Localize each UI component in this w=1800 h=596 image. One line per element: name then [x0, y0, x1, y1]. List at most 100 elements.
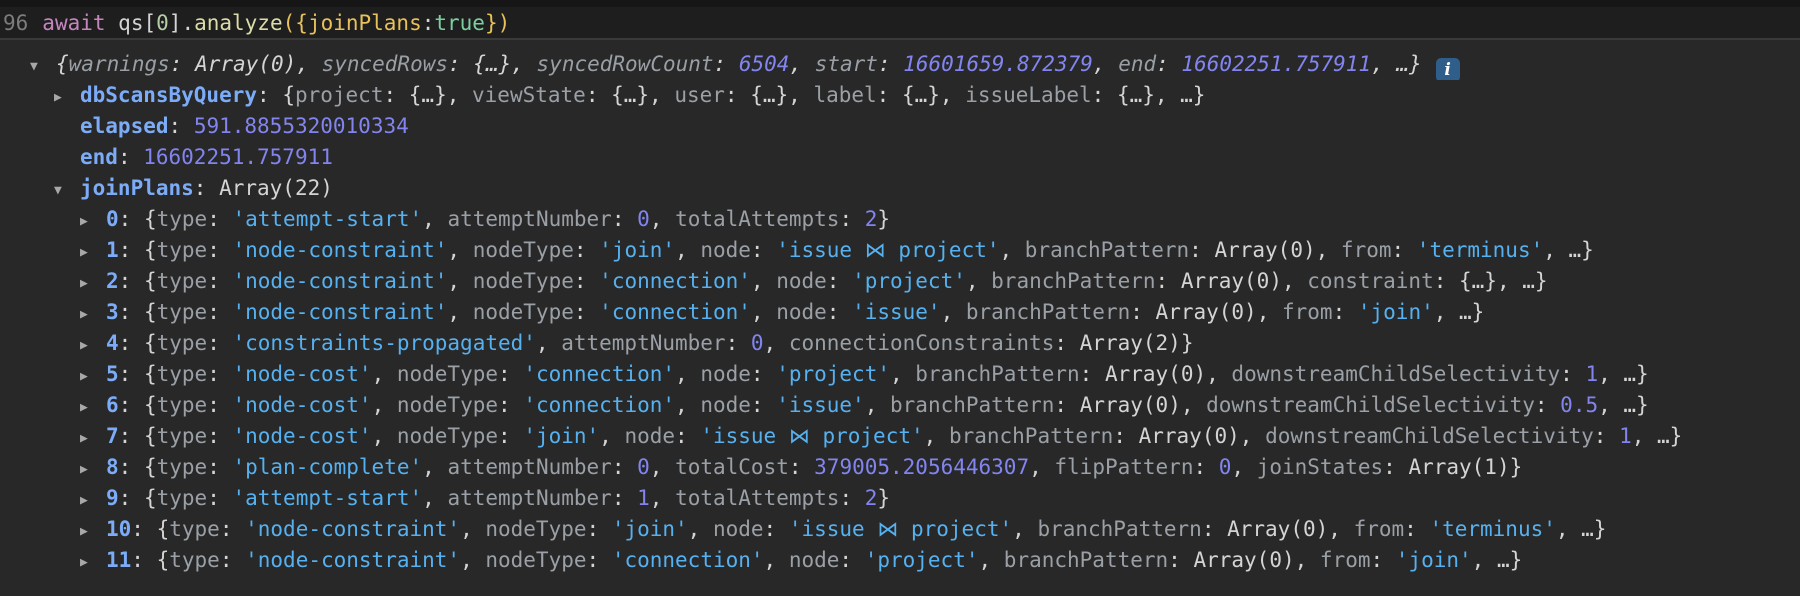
property-key: elapsed — [80, 114, 169, 138]
console-line[interactable]: ▶10: {type: 'node-constraint', nodeType:… — [0, 514, 1800, 545]
console-line[interactable]: ▶7: {type: 'node-cost', nodeType: 'join'… — [0, 421, 1800, 452]
preview-key: type — [157, 362, 208, 386]
preview-key: project — [295, 83, 384, 107]
preview-value: 'node-constraint' — [245, 548, 460, 572]
preview-key: flipPattern — [1054, 455, 1193, 479]
triangle-collapsed-icon[interactable]: ▶ — [54, 82, 80, 111]
triangle-collapsed-icon[interactable]: ▶ — [80, 361, 106, 390]
triangle-collapsed-icon[interactable]: ▶ — [80, 485, 106, 514]
punctuation: : — [207, 362, 232, 386]
preview-value: 0.5 — [1560, 393, 1598, 417]
console-line[interactable]: ▶3: {type: 'node-constraint', nodeType: … — [0, 297, 1800, 328]
punctuation: : — [498, 393, 523, 417]
preview-key: type — [157, 455, 208, 479]
preview-key: node — [713, 517, 764, 541]
triangle-collapsed-icon[interactable]: ▶ — [80, 516, 106, 545]
console-line[interactable]: ▶11: {type: 'node-constraint', nodeType:… — [0, 545, 1800, 576]
preview-key: attemptNumber — [447, 207, 611, 231]
punctuation: : — [827, 300, 852, 324]
console-line[interactable]: ▶4: {type: 'constraints-propagated', att… — [0, 328, 1800, 359]
info-icon[interactable]: i — [1436, 58, 1460, 80]
preview-value: 2 — [865, 486, 878, 510]
triangle-collapsed-icon[interactable]: ▶ — [80, 392, 106, 421]
console-line[interactable]: ▶2: {type: 'node-constraint', nodeType: … — [0, 266, 1800, 297]
preview-value: 'node-constraint' — [232, 300, 447, 324]
punctuation: : — [839, 207, 864, 231]
punctuation: : — [383, 83, 408, 107]
console-line[interactable]: ▶dbScansByQuery: {project: {…}, viewStat… — [0, 80, 1800, 111]
preview-key: type — [169, 517, 220, 541]
punctuation: : — [207, 393, 232, 417]
code-token: ) — [498, 11, 511, 35]
triangle-collapsed-icon[interactable]: ▶ — [80, 299, 106, 328]
punctuation: , — [688, 517, 713, 541]
punctuation: , — [422, 486, 447, 510]
preview-key: type — [157, 331, 208, 355]
punctuation: , — [764, 548, 789, 572]
preview-value: Array(0) — [1156, 300, 1257, 324]
preview-value: 1 — [1585, 362, 1598, 386]
preview-key: type — [157, 424, 208, 448]
punctuation: : — [207, 269, 232, 293]
punctuation: } — [877, 207, 890, 231]
preview-key: nodeType — [473, 300, 574, 324]
console-line[interactable]: ▼joinPlans: Array(22) — [0, 173, 1800, 204]
punctuation: : — [574, 269, 599, 293]
console-line[interactable]: ▶8: {type: 'plan-complete', attemptNumbe… — [0, 452, 1800, 483]
preview-key: totalAttempts — [675, 486, 839, 510]
code-token: qs — [118, 11, 143, 35]
triangle-collapsed-icon[interactable]: ▶ — [80, 547, 106, 576]
punctuation: : — [207, 207, 232, 231]
console-line[interactable]: ▼{warnings: Array(0), syncedRows: {…}, s… — [0, 49, 1800, 80]
punctuation: , — [924, 424, 949, 448]
punctuation: , — [447, 300, 472, 324]
triangle-collapsed-icon[interactable]: ▶ — [80, 454, 106, 483]
preview-value: 'project' — [852, 269, 966, 293]
preview-key: downstreamChildSelectivity — [1206, 393, 1535, 417]
punctuation: { — [157, 548, 170, 572]
preview-value: 'node-constraint' — [232, 269, 447, 293]
punctuation: , …} — [1155, 83, 1206, 107]
property-key: end — [80, 145, 118, 169]
punctuation: { — [144, 455, 157, 479]
preview-value: 'connection' — [599, 300, 751, 324]
console-line[interactable]: ▶6: {type: 'node-cost', nodeType: 'conne… — [0, 390, 1800, 421]
punctuation: : — [119, 455, 144, 479]
triangle-expanded-icon[interactable]: ▼ — [54, 175, 80, 204]
punctuation: , — [1295, 548, 1320, 572]
preview-value: 'node-cost' — [232, 424, 371, 448]
preview-key: nodeType — [473, 269, 574, 293]
preview-value: 'join' — [523, 424, 599, 448]
code-token: { — [295, 11, 308, 35]
preview-value: 1 — [637, 486, 650, 510]
triangle-collapsed-icon[interactable]: ▶ — [80, 206, 106, 235]
console-line[interactable]: ▶1: {type: 'node-constraint', nodeType: … — [0, 235, 1800, 266]
preview-value: 'attempt-start' — [232, 486, 422, 510]
console-line[interactable]: ▶9: {type: 'attempt-start', attemptNumbe… — [0, 483, 1800, 514]
preview-key: branchPattern — [1037, 517, 1201, 541]
console-line[interactable]: ▶5: {type: 'node-cost', nodeType: 'conne… — [0, 359, 1800, 390]
punctuation: , — [675, 393, 700, 417]
preview-value: Array(0) — [1227, 517, 1328, 541]
punctuation: : — [207, 238, 232, 262]
code-token: . — [181, 11, 194, 35]
triangle-collapsed-icon[interactable]: ▶ — [80, 423, 106, 452]
preview-key: start — [815, 52, 878, 76]
console-line[interactable]: ▶0: {type: 'attempt-start', attemptNumbe… — [0, 204, 1800, 235]
property-key: dbScansByQuery — [80, 83, 257, 107]
triangle-collapsed-icon[interactable]: ▶ — [80, 268, 106, 297]
preview-value: 'join' — [1358, 300, 1434, 324]
preview-key: type — [157, 269, 208, 293]
triangle-collapsed-icon[interactable]: ▶ — [80, 237, 106, 266]
triangle-expanded-icon[interactable]: ▼ — [30, 51, 56, 80]
preview-value: 'connection' — [599, 269, 751, 293]
triangle-collapsed-icon[interactable]: ▶ — [80, 330, 106, 359]
punctuation: : — [207, 331, 232, 355]
punctuation: , — [1181, 393, 1206, 417]
console-input-echo-bar: 96 await qs[0].analyze({joinPlans:true}) — [0, 0, 1800, 40]
preview-value: Array(0) — [1105, 362, 1206, 386]
punctuation: , — [940, 83, 965, 107]
code-token: ( — [283, 11, 296, 35]
preview-key: branchPattern — [1025, 238, 1189, 262]
preview-key: node — [700, 238, 751, 262]
